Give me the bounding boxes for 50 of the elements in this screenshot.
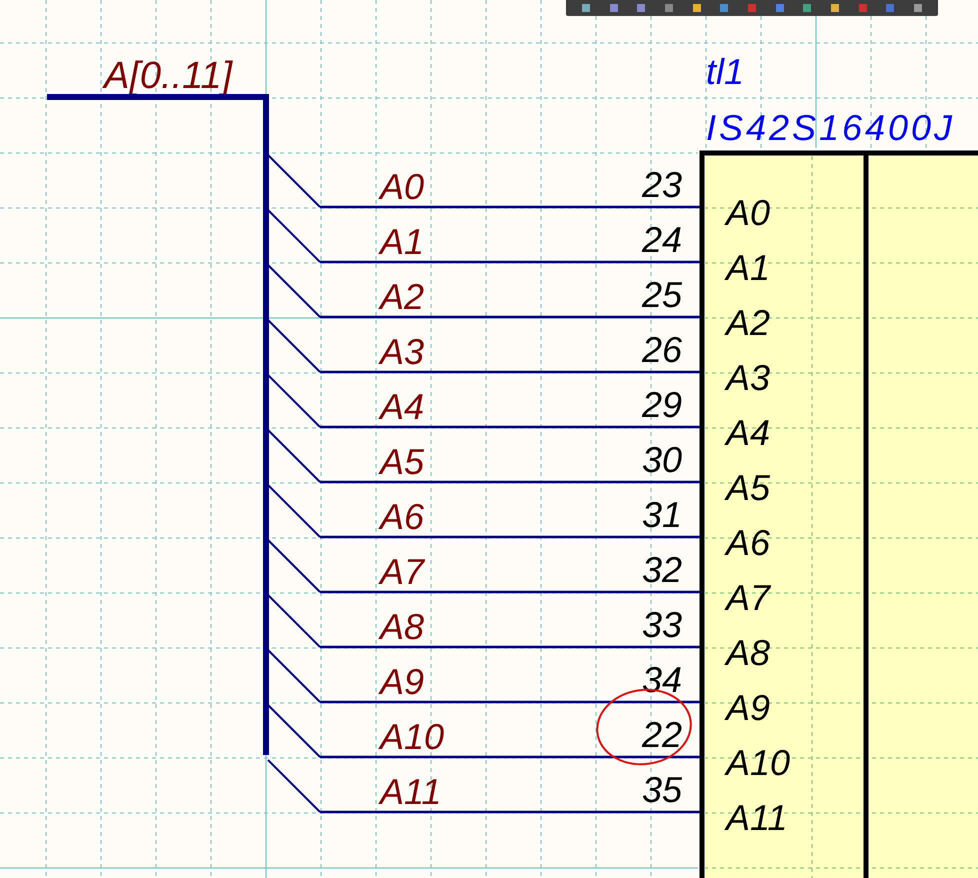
pin-number: 22 [642, 714, 682, 755]
bus-entry [267, 759, 321, 813]
pin-name: A11 [726, 797, 788, 838]
pin-name: A5 [726, 467, 770, 508]
bus-entry [267, 704, 321, 758]
net-label: A9 [380, 661, 424, 702]
net-label: A5 [380, 441, 424, 482]
net-label: A2 [380, 276, 424, 317]
net-label: A3 [380, 331, 424, 372]
bus-label: A[0..11] [104, 55, 232, 97]
net-label: A1 [380, 221, 424, 262]
pin-name: A0 [726, 192, 770, 233]
pin-number: 31 [642, 494, 682, 535]
pin-number: 25 [642, 274, 682, 315]
net-label: A11 [380, 771, 442, 812]
bus-entry [267, 484, 321, 538]
pin-number: 23 [642, 164, 682, 205]
bus-entry [267, 154, 321, 208]
pin-name: A3 [726, 357, 770, 398]
bus-entry [267, 594, 321, 648]
pin-name: A1 [726, 247, 770, 288]
pin-number: 24 [642, 219, 682, 260]
pin-number: 32 [642, 549, 682, 590]
bus-entry [267, 539, 321, 593]
net-label: A10 [380, 716, 444, 757]
net-label: A8 [380, 606, 424, 647]
net-label: A7 [380, 551, 424, 592]
pin-name: A2 [726, 302, 770, 343]
pin-number: 26 [642, 329, 682, 370]
net-label: A6 [380, 496, 424, 537]
net-label: A0 [380, 166, 424, 207]
net-label: A4 [380, 386, 424, 427]
pin-number: 35 [642, 769, 682, 810]
pin-number: 33 [642, 604, 682, 645]
bus-entry [267, 319, 321, 373]
pin-name: A8 [726, 632, 770, 673]
pin-number: 29 [642, 384, 682, 425]
component-designator: tl1 [706, 51, 744, 92]
pin-name: A6 [726, 522, 770, 563]
bus-entry [267, 429, 321, 483]
bus-entry [267, 374, 321, 428]
pin-name: A9 [726, 687, 770, 728]
pin-number: 30 [642, 439, 682, 480]
pin-name: A10 [726, 742, 790, 783]
bus-entry [267, 649, 321, 703]
bus-entry [267, 209, 321, 263]
bus-entry [267, 264, 321, 318]
pin-name: A4 [726, 412, 770, 453]
component-part-number: IS42S16400J [706, 107, 952, 148]
pin-name: A7 [726, 577, 770, 618]
